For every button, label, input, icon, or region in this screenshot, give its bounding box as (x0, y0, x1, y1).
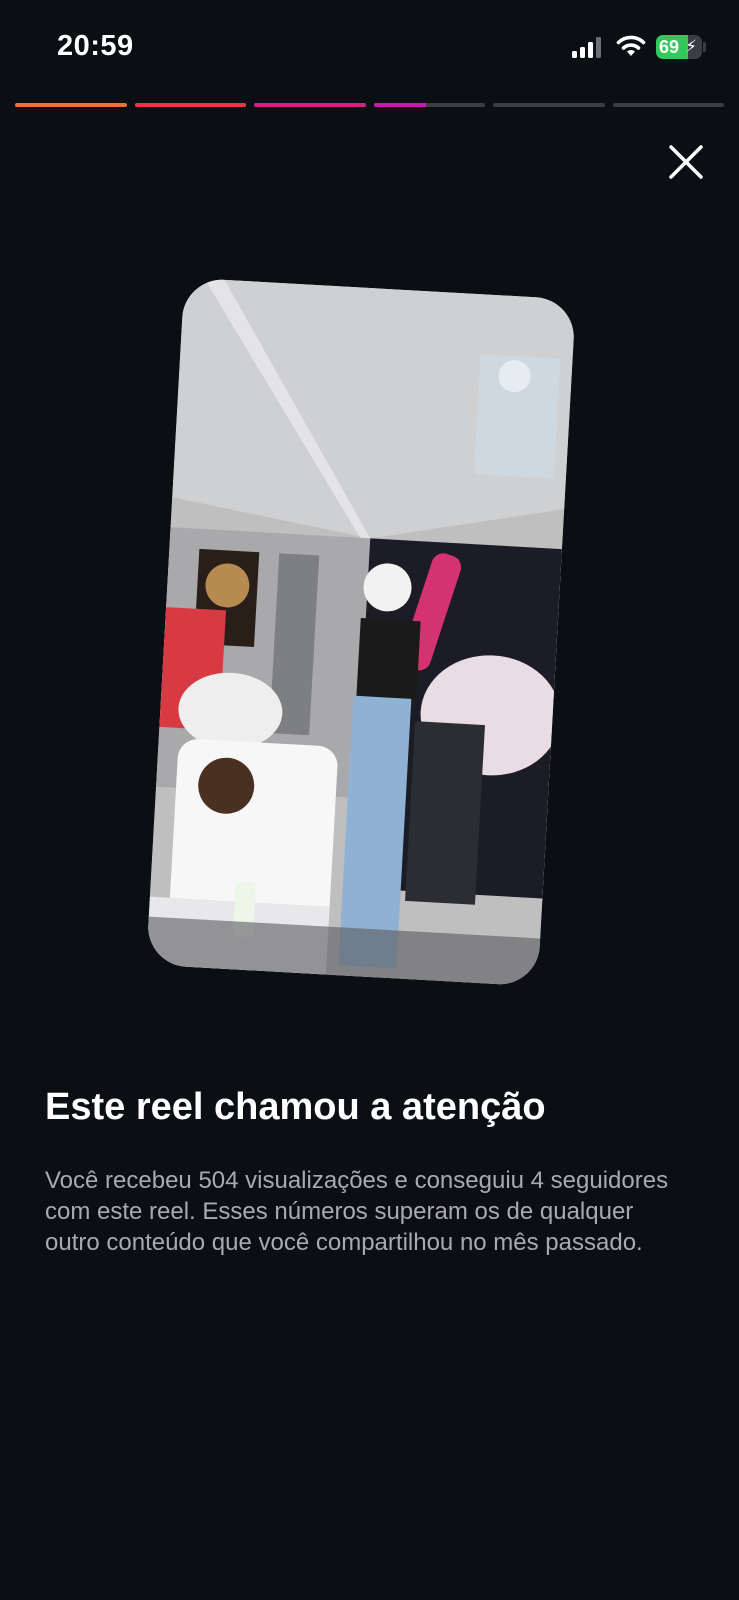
close-button[interactable] (664, 140, 708, 184)
wifi-icon (616, 35, 646, 56)
progress-segment-fill (373, 103, 426, 107)
progress-segment (493, 103, 605, 107)
close-icon (669, 145, 703, 179)
progress-segment-fill (254, 103, 366, 107)
battery-tip (703, 42, 706, 52)
progress-segment (373, 103, 485, 107)
progress-segment (254, 103, 366, 107)
status-time: 20:59 (57, 30, 134, 62)
progress-segment (612, 103, 724, 107)
progress-segment (134, 103, 246, 107)
progress-segment-fill (15, 103, 127, 107)
battery-percent: 69 (659, 37, 680, 57)
progress-segment-fill (134, 103, 246, 107)
stories-progress-bar (15, 103, 724, 107)
battery-icon: 69 ⚡ (656, 35, 702, 59)
charging-bolt-icon: ⚡ (685, 37, 697, 56)
cellular-signal-icon (572, 36, 604, 58)
status-bar: 20:59 69 ⚡ (0, 0, 739, 95)
reel-photo (146, 277, 576, 987)
reel-thumbnail[interactable] (146, 277, 576, 987)
reel-headline: Este reel chamou a atenção (45, 1086, 546, 1128)
reel-description: Você recebeu 504 visualizações e consegu… (45, 1167, 669, 1256)
progress-segment (15, 103, 127, 107)
